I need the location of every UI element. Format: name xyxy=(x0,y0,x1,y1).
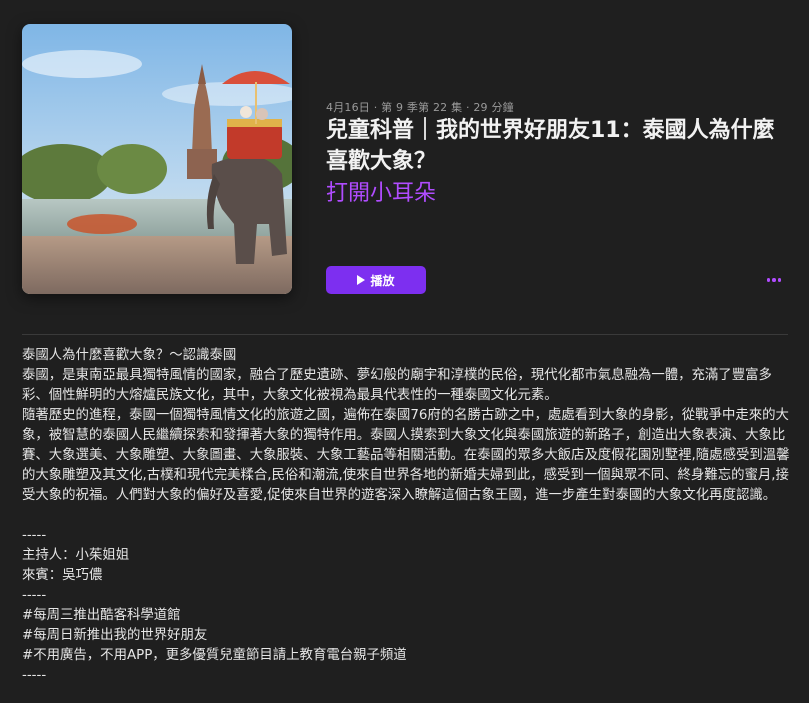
more-icon-dot xyxy=(772,278,776,282)
more-button[interactable] xyxy=(760,270,788,290)
play-label: 播放 xyxy=(370,273,395,288)
description-line: ----- xyxy=(22,528,47,543)
episode-description: 泰國人為什麼喜歡大象？～認識泰國 泰國，是東南亞最具獨特風情的國家，融合了歷史遺… xyxy=(22,346,790,686)
more-icon-dot xyxy=(777,278,782,282)
description-line: #不用廣告，不用APP，更多優質兒童節目請上教育電台親子頻道 xyxy=(22,648,407,663)
description-line: #每周日新推出我的世界好朋友 xyxy=(22,628,208,643)
elephant-temple-artwork-icon xyxy=(22,24,292,294)
play-icon xyxy=(357,275,366,285)
description-line: #每周三推出酷客科學道館 xyxy=(22,608,181,623)
more-icon xyxy=(766,278,771,282)
episode-title: 兒童科普｜我的世界好朋友11：泰國人為什麼喜歡大象？ xyxy=(326,118,775,174)
episode-meta: 4月16日 · 第 9 季第 22 集 · 29 分鐘 xyxy=(326,101,514,114)
divider xyxy=(22,334,788,335)
episode-artwork xyxy=(22,24,292,294)
description-line: 來賓：吳巧儂 xyxy=(22,568,103,583)
description-line: 隨著歷史的進程，泰國一個獨特風情文化的旅遊之國，遍佈在泰國76府的名勝古跡之中，… xyxy=(22,408,790,503)
show-name-link[interactable]: 打開小耳朵 xyxy=(326,178,436,209)
episode-page: 4月16日 · 第 9 季第 22 集 · 29 分鐘 兒童科普｜我的世界好朋友… xyxy=(0,0,809,703)
description-line: ----- xyxy=(22,668,47,683)
description-line: 泰國，是東南亞最具獨特風情的國家，融合了歷史遺跡、夢幻般的廟宇和淳樸的民俗，現代… xyxy=(22,368,772,403)
play-button[interactable]: 播放 xyxy=(326,266,426,294)
description-line: 泰國人為什麼喜歡大象？～認識泰國 xyxy=(22,348,237,363)
description-line: ----- xyxy=(22,588,47,603)
description-blank-line xyxy=(22,506,790,526)
description-line: 主持人：小茱姐姐 xyxy=(22,548,130,563)
